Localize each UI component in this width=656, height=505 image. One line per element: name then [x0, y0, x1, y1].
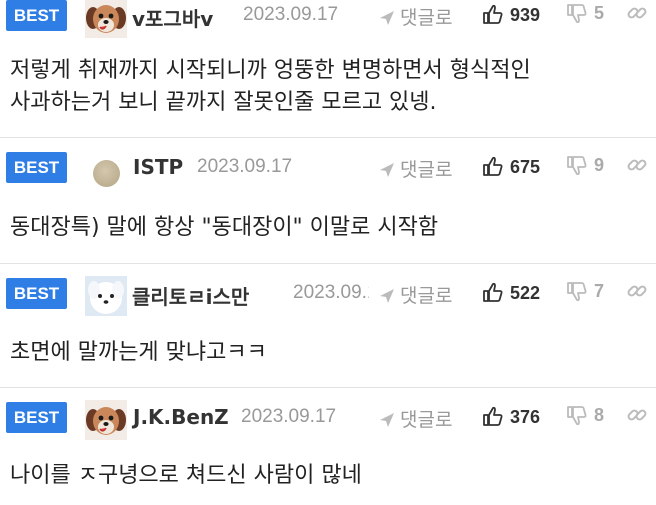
link-icon[interactable] — [626, 154, 648, 176]
puppy-avatar[interactable] — [85, 0, 127, 38]
comment-header: BEST J.K.BenZ 2023.09.17 댓글로 376 8 — [0, 400, 656, 440]
best-badge: BEST — [6, 278, 67, 309]
post-date: 2023.09.17 — [241, 406, 337, 427]
nickname[interactable]: 클리토ㄹi스만 — [132, 281, 249, 310]
like-button[interactable]: 939 — [482, 3, 540, 26]
dislike-count: 8 — [594, 405, 605, 425]
comment-body: 저렇게 취재까지 시작되니까 엉뚱한 변명하면서 형식적인 사과하는거 보니 끝… — [10, 55, 650, 119]
like-button[interactable]: 675 — [482, 155, 540, 178]
thumbs-up-icon — [483, 406, 503, 426]
dislike-button[interactable]: 5 — [566, 3, 604, 25]
reply-arrow-icon — [380, 11, 394, 25]
like-count: 376 — [510, 407, 541, 427]
dislike-count: 7 — [594, 281, 605, 301]
thumbs-down-icon — [567, 406, 587, 426]
comment-line: 나이를 ㅈ구녕으로 쳐드신 사람이 많네 — [10, 463, 362, 488]
reply-label: 댓글로 — [400, 159, 453, 181]
thumbs-up-icon — [483, 282, 503, 302]
comment-line: 사과하는거 보니 끝까지 잘못인줄 모르고 있넹. — [10, 90, 437, 115]
dislike-button[interactable]: 7 — [566, 281, 604, 303]
nickname[interactable]: v포그바v — [132, 3, 213, 32]
link-icon[interactable] — [626, 280, 648, 302]
reply-button[interactable]: 댓글로 — [378, 3, 452, 30]
best-badge: BEST — [6, 0, 67, 31]
comment-header: BEST v포그바v 2023.09.17 댓글로 939 5 — [0, 0, 656, 38]
reply-arrow-icon — [380, 413, 394, 427]
reply-label: 댓글로 — [400, 7, 453, 29]
comment-header: BEST ISTP 2023.09.17 댓글로 675 9 — [0, 150, 656, 187]
post-date: 2023.09.17 — [243, 4, 339, 25]
comment-line: 초면에 말까는게 맞냐고ㅋㅋ — [10, 340, 267, 365]
like-count: 675 — [510, 157, 541, 177]
puppy-avatar[interactable] — [85, 400, 127, 440]
nickname[interactable]: ISTP — [133, 155, 183, 179]
comment-header: BEST 클리토ㄹi스만 2023.09.17 댓글로 522 7 — [0, 276, 656, 316]
reply-arrow-icon — [380, 289, 394, 303]
reply-button[interactable]: 댓글로 — [378, 155, 452, 182]
reply-button[interactable]: 댓글로 — [378, 405, 452, 432]
best-badge: BEST — [6, 152, 67, 183]
link-icon[interactable] — [626, 404, 648, 426]
comment-line: 동대장특) 말에 항상 "동대장이" 이말로 시작함 — [10, 215, 439, 240]
like-button[interactable]: 376 — [482, 405, 540, 428]
reply-label: 댓글로 — [400, 285, 453, 307]
reply-arrow-icon — [380, 163, 394, 177]
dot-avatar[interactable] — [93, 160, 120, 187]
post-date: 2023.09.17 — [197, 156, 293, 177]
reply-button[interactable]: 댓글로 — [378, 281, 452, 308]
thumbs-up-icon — [483, 4, 503, 24]
dislike-count: 5 — [594, 3, 605, 23]
comment-item: BEST v포그바v 2023.09.17 댓글로 939 5 저렇게 취재까지… — [0, 0, 656, 136]
comment-item: BEST 클리토ㄹi스만 2023.09.17 댓글로 522 7 초면에 말까… — [0, 264, 656, 386]
comment-body: 동대장특) 말에 항상 "동대장이" 이말로 시작함 — [10, 212, 650, 244]
thumbs-down-icon — [567, 282, 587, 302]
thumbs-down-icon — [567, 4, 587, 24]
comment-item: BEST J.K.BenZ 2023.09.17 댓글로 376 8 나이를 ㅈ… — [0, 388, 656, 505]
post-date: 2023.09.17 — [293, 282, 369, 303]
thumbs-up-icon — [483, 156, 503, 176]
nickname[interactable]: J.K.BenZ — [133, 405, 229, 429]
link-icon[interactable] — [626, 2, 648, 24]
comment-body: 초면에 말까는게 맞냐고ㅋㅋ — [10, 337, 650, 369]
comment-line: 저렇게 취재까지 시작되니까 엉뚱한 변명하면서 형식적인 — [10, 58, 531, 83]
like-button[interactable]: 522 — [482, 281, 540, 304]
dislike-button[interactable]: 9 — [566, 155, 604, 177]
comment-body: 나이를 ㅈ구녕으로 쳐드신 사람이 많네 — [10, 460, 650, 492]
reply-label: 댓글로 — [400, 409, 453, 431]
dislike-button[interactable]: 8 — [566, 405, 604, 427]
white-dog-avatar[interactable] — [85, 276, 127, 316]
like-count: 522 — [510, 283, 541, 303]
like-count: 939 — [510, 5, 541, 25]
dislike-count: 9 — [594, 155, 605, 175]
best-badge: BEST — [6, 402, 67, 433]
thumbs-down-icon — [567, 156, 587, 176]
comment-item: BEST ISTP 2023.09.17 댓글로 675 9 동대장특) 말에 … — [0, 138, 656, 262]
